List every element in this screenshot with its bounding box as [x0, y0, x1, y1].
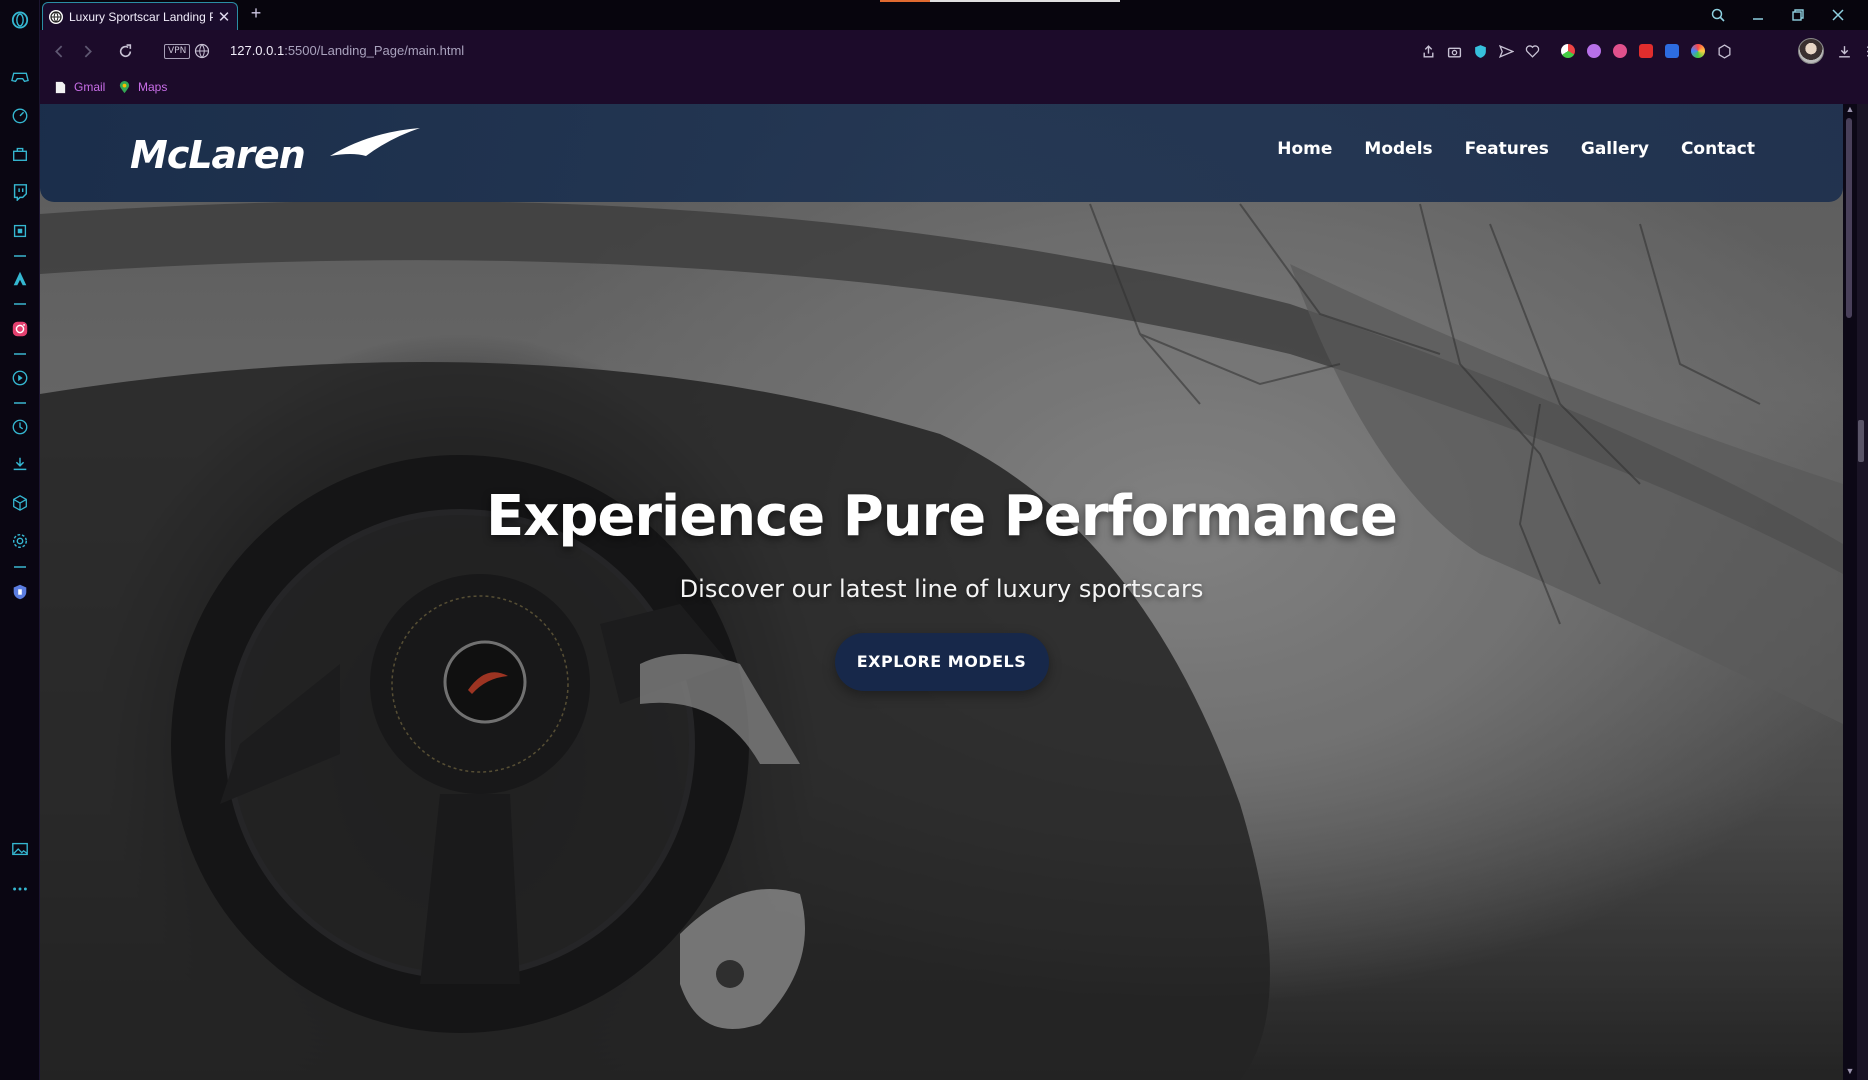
more-dots-icon[interactable] [9, 878, 31, 900]
player-icon[interactable] [9, 367, 31, 389]
gallery-icon[interactable] [9, 838, 31, 860]
adblock-shield-icon[interactable] [1470, 41, 1490, 61]
sidebar-separator [14, 402, 26, 404]
extension-multicolor-icon[interactable] [1688, 41, 1708, 61]
bookmark-gmail[interactable]: Gmail [54, 80, 105, 94]
extension-purple-icon[interactable] [1584, 41, 1604, 61]
heart-icon[interactable] [1522, 41, 1542, 61]
bookmark-maps[interactable]: Maps [118, 80, 167, 94]
send-icon[interactable] [1496, 41, 1516, 61]
extension-pink-icon[interactable] [1610, 41, 1630, 61]
page-scrollbar[interactable]: ▲ ▼ [1843, 104, 1857, 1080]
scroll-down-arrow-icon[interactable]: ▼ [1844, 1066, 1856, 1078]
url-path: :5500/Landing_Page/main.html [284, 43, 465, 58]
instagram-icon[interactable] [9, 318, 31, 340]
bookmarks-bar: Gmail Maps [40, 72, 1868, 104]
hero-subtitle: Discover our latest line of luxury sport… [679, 575, 1204, 603]
tab-title: Luxury Sportscar Landing P [69, 9, 213, 24]
sidebar-separator [14, 353, 26, 355]
url-field[interactable]: 127.0.0.1:5500/Landing_Page/main.html [230, 43, 464, 58]
extension-color-icon[interactable] [1558, 41, 1578, 61]
downloads-icon[interactable] [1834, 41, 1854, 61]
page-viewport: McLaren Home Models Features Gallery Con… [40, 104, 1843, 1080]
scrollbar-thumb[interactable] [1846, 118, 1852, 318]
close-window-icon[interactable] [1825, 3, 1851, 27]
extension-blue-icon[interactable] [1662, 41, 1682, 61]
hero-content: Experience Pure Performance Discover our… [40, 484, 1843, 691]
aria-icon[interactable] [9, 268, 31, 290]
profile-avatar[interactable] [1798, 38, 1824, 64]
opera-logo-icon[interactable] [9, 9, 31, 31]
nav-links: Home Models Features Gallery Contact [1277, 139, 1755, 159]
address-bar-row: VPN 127.0.0.1:5500/Landing_Page/main.htm… [40, 30, 1868, 72]
sidebar-separator [14, 255, 26, 257]
download-icon[interactable] [9, 453, 31, 475]
gamepad-icon[interactable] [9, 65, 31, 87]
browser-tab[interactable]: Luxury Sportscar Landing P ✕ [42, 2, 238, 30]
nav-gallery-link[interactable]: Gallery [1581, 139, 1649, 159]
cube-icon[interactable] [9, 492, 31, 514]
site-navbar: McLaren Home Models Features Gallery Con… [40, 104, 1843, 202]
back-icon[interactable] [48, 40, 70, 62]
vpn-badge[interactable]: VPN [164, 44, 191, 59]
new-tab-plus-icon[interactable]: + [246, 3, 266, 25]
scroll-up-arrow-icon[interactable]: ▲ [1844, 104, 1856, 116]
chip-icon[interactable] [9, 220, 31, 242]
search-tabs-icon[interactable] [1705, 3, 1731, 27]
sidepanel-handle[interactable] [1858, 420, 1864, 462]
tab-close-icon[interactable]: ✕ [217, 8, 231, 26]
extension-red-icon[interactable] [1636, 41, 1656, 61]
bookmark-label: Maps [138, 80, 168, 94]
restore-icon[interactable] [1785, 3, 1811, 27]
vpn-shield-icon[interactable] [9, 581, 31, 603]
nav-contact-link[interactable]: Contact [1681, 139, 1755, 159]
extensions-cube-icon[interactable] [1714, 41, 1734, 61]
nav-features-link[interactable]: Features [1465, 139, 1549, 159]
sidebar-separator [14, 566, 26, 568]
explore-models-button[interactable]: EXPLORE MODELS [834, 633, 1049, 691]
camera-icon[interactable] [1444, 41, 1464, 61]
settings-gear-icon[interactable] [9, 530, 31, 552]
hero-title: Experience Pure Performance [485, 484, 1398, 549]
history-icon[interactable] [9, 416, 31, 438]
reload-icon[interactable] [114, 40, 136, 62]
url-host: 127.0.0.1 [230, 43, 285, 58]
nav-home-link[interactable]: Home [1277, 139, 1332, 159]
site-info-globe-icon[interactable] [194, 43, 210, 59]
menu-icon[interactable] [1862, 41, 1868, 61]
mclaren-logo[interactable]: McLaren [130, 126, 430, 176]
minimize-icon[interactable] [1745, 3, 1771, 27]
brand-wordmark: McLaren [130, 133, 305, 176]
nav-models-link[interactable]: Models [1364, 139, 1432, 159]
sidebar-separator [14, 303, 26, 305]
share-icon[interactable] [1418, 41, 1438, 61]
window-right-edge [1857, 104, 1868, 1080]
page-icon [55, 81, 66, 93]
speedometer-icon[interactable] [9, 104, 31, 126]
tab-strip-accent [880, 0, 930, 2]
forward-icon[interactable] [76, 40, 98, 62]
browser-sidebar [0, 0, 40, 1080]
bag-icon[interactable] [9, 143, 31, 165]
bookmark-label: Gmail [74, 80, 106, 94]
globe-favicon-icon [49, 9, 63, 24]
twitch-icon[interactable] [9, 181, 31, 203]
tab-strip: Luxury Sportscar Landing P ✕ + [40, 0, 1868, 30]
maps-pin-icon [119, 80, 130, 93]
